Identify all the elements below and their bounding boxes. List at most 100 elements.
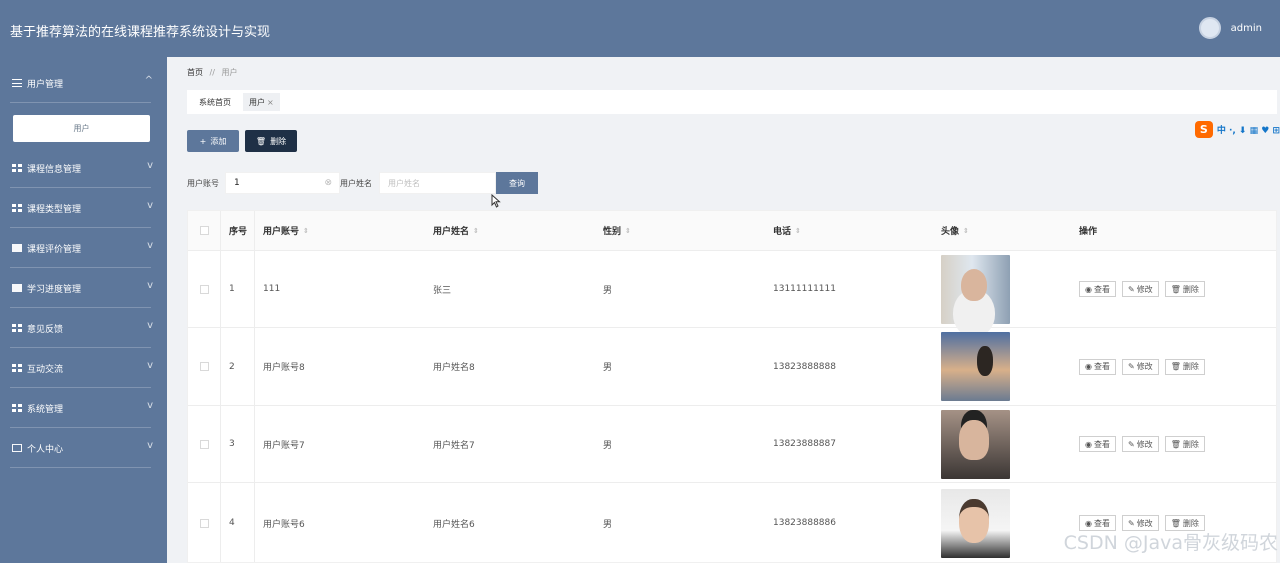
sidebar-item-label: 课程信息管理 (27, 164, 82, 175)
row-delete-button[interactable]: 🗑 删除 (1164, 281, 1205, 297)
avatar-photo[interactable] (941, 409, 1010, 479)
breadcrumb-separator: // (209, 68, 215, 77)
sidebar: 用户管理 ^ 用户 课程信息管理 v 课程类型管理 v 课程评价管理 v 学习进… (0, 57, 167, 563)
sidebar-item-course-info[interactable]: 课程信息管理 v (0, 148, 167, 188)
avatar-photo[interactable] (941, 254, 1010, 324)
clear-icon[interactable]: ⊗ (324, 178, 332, 188)
username-label[interactable]: admin (1231, 23, 1262, 34)
row-delete-button[interactable]: 🗑 删除 (1164, 436, 1205, 452)
view-label: 查看 (1093, 439, 1110, 449)
sidebar-item-course-type[interactable]: 课程类型管理 v (0, 188, 167, 228)
ime-toolbar[interactable]: S 中 ·, ⬇ ▦ ♥ ⊞ (1194, 120, 1280, 138)
sidebar-item-label: 系统管理 (27, 404, 64, 415)
sort-icon[interactable]: ⇕ (795, 227, 801, 235)
sidebar-item-label: 互动交流 (27, 364, 64, 375)
close-icon[interactable]: × (267, 98, 274, 107)
sidebar-item-learning-progress[interactable]: 学习进度管理 v (0, 268, 167, 308)
name-search-input[interactable]: 用户姓名 (379, 172, 496, 194)
edit-button[interactable]: ✎ 修改 (1121, 358, 1159, 375)
cell-sex: 男 (603, 285, 613, 296)
edit-button[interactable]: ✎ 修改 (1121, 281, 1159, 297)
header-phone[interactable]: 电话 ⇕ (765, 211, 935, 250)
query-button[interactable]: 查询 (496, 172, 538, 194)
row-checkbox[interactable] (199, 518, 209, 528)
select-all-checkbox[interactable] (199, 226, 209, 235)
chart-icon (12, 284, 22, 292)
row-check-cell (188, 406, 221, 482)
chevron-up-icon: ^ (144, 75, 153, 86)
account-search-input[interactable]: 1 ⊗ (225, 172, 340, 194)
table-row: 2 用户账号8 用户姓名8 男 13823888888 ◉ 查看 ✎ 修改 🗑 删除 (188, 328, 1276, 406)
cell-avatar (935, 406, 1071, 482)
breadcrumb-current: 用户 (221, 68, 238, 77)
header-account-label: 用户账号 (263, 227, 300, 237)
view-button[interactable]: ◉ 查看 (1079, 358, 1116, 375)
view-button[interactable]: ◉ 查看 (1079, 436, 1116, 452)
header-account[interactable]: 用户账号 ⇕ (255, 211, 425, 250)
row-delete-button[interactable]: 🗑 删除 (1164, 358, 1205, 375)
plus-icon: + (199, 136, 207, 146)
chevron-down-icon: v (147, 320, 153, 331)
delete-button[interactable]: 🗑 删除 (245, 130, 297, 152)
sidebar-subitem-user[interactable]: 用户 (13, 115, 150, 142)
breadcrumb-home[interactable]: 首页 (187, 68, 203, 77)
chevron-down-icon: v (147, 200, 153, 211)
header-avatar[interactable]: 头像 ⇕ (935, 211, 1071, 250)
sidebar-item-feedback[interactable]: 意见反馈 v (0, 308, 167, 348)
view-label: 查看 (1093, 362, 1110, 371)
avatar-photo[interactable] (941, 488, 1010, 558)
delete-button-label: 删除 (270, 136, 287, 146)
sort-icon[interactable]: ⇕ (473, 227, 479, 235)
delete-label: 删除 (1182, 518, 1199, 528)
cell-account: 用户账号8 (263, 363, 305, 373)
trash-icon: 🗑 (1170, 284, 1181, 294)
sort-icon[interactable]: ⇕ (625, 227, 631, 235)
mouse-cursor-icon (491, 194, 501, 208)
grid-icon (12, 164, 22, 172)
row-check-cell (188, 483, 221, 562)
avatar-photo[interactable] (941, 332, 1010, 401)
edit-label: 修改 (1136, 439, 1153, 449)
chevron-down-icon: v (147, 440, 153, 451)
table-row: 1 111 张三 男 13111111111 ◉ 查看 ✎ 修改 🗑 删除 (188, 251, 1276, 328)
row-checkbox[interactable] (199, 439, 209, 449)
cell-name: 张三 (433, 285, 452, 296)
tab-label: 用户 (249, 97, 265, 107)
delete-label: 删除 (1182, 362, 1199, 371)
ime-status-text: 中 ·, ⬇ ▦ ♥ ⊞ (1216, 125, 1280, 136)
header-name[interactable]: 用户姓名 ⇕ (425, 211, 595, 250)
user-menu[interactable]: admin (1198, 17, 1262, 39)
view-button[interactable]: ◉ 查看 (1079, 281, 1116, 297)
cell-avatar (935, 483, 1071, 562)
edit-icon: ✎ (1127, 518, 1135, 528)
main-content: 首页 // 用户 系统首页 用户 × S 中 ·, ⬇ ▦ ♥ ⊞ + 添加 🗑… (167, 57, 1280, 563)
row-check-cell (188, 328, 221, 405)
top-header: 基于推荐算法的在线课程推荐系统设计与实现 admin (0, 0, 1280, 57)
cell-name: 用户姓名6 (433, 519, 475, 530)
name-search-label: 用户姓名 (340, 178, 372, 188)
edit-button[interactable]: ✎ 修改 (1121, 436, 1159, 452)
row-checkbox[interactable] (199, 362, 209, 371)
user-avatar[interactable] (1198, 17, 1221, 39)
eye-icon: ◉ (1085, 518, 1092, 528)
header-name-label: 用户姓名 (433, 227, 470, 237)
header-sex[interactable]: 性别 ⇕ (595, 211, 765, 250)
sort-icon[interactable]: ⇕ (963, 227, 969, 235)
sidebar-item-course-review[interactable]: 课程评价管理 v (0, 228, 167, 268)
window-icon (12, 444, 22, 452)
clipboard-icon (12, 244, 22, 252)
tab-home[interactable]: 系统首页 (193, 93, 237, 111)
sidebar-item-system[interactable]: 系统管理 v (0, 388, 167, 428)
sidebar-item-user-management[interactable]: 用户管理 ^ (0, 63, 167, 103)
edit-icon: ✎ (1127, 439, 1135, 449)
sidebar-item-interaction[interactable]: 互动交流 v (0, 348, 167, 388)
sidebar-item-personal-center[interactable]: 个人中心 v (0, 428, 167, 468)
add-button[interactable]: + 添加 (187, 130, 239, 152)
tab-user[interactable]: 用户 × (243, 93, 280, 111)
cell-account: 用户账号7 (263, 440, 305, 451)
sort-icon[interactable]: ⇕ (303, 227, 309, 235)
edit-label: 修改 (1136, 362, 1153, 371)
row-checkbox[interactable] (199, 284, 209, 294)
chevron-down-icon: v (147, 240, 153, 251)
sogou-logo-icon: S (1194, 120, 1213, 138)
